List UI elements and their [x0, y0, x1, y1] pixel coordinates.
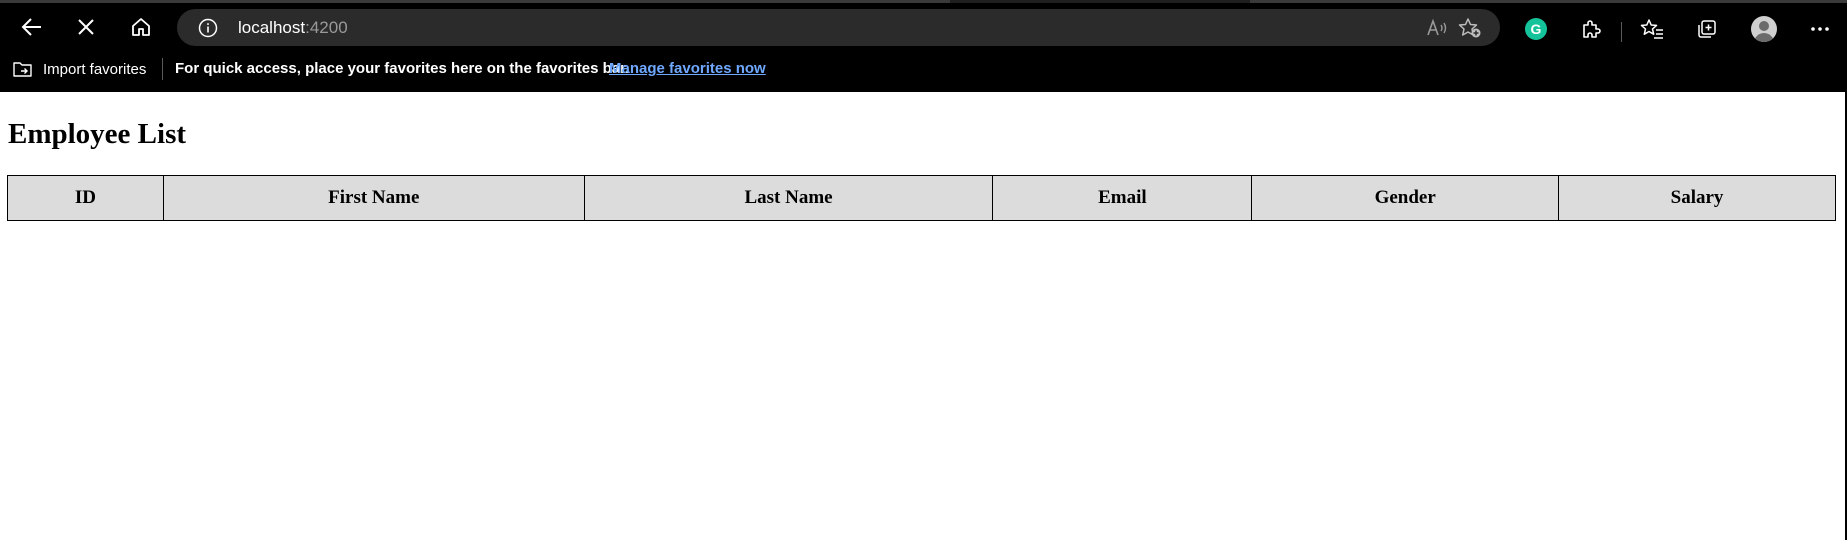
home-button[interactable]: [123, 10, 159, 44]
favorites-icon[interactable]: [1638, 15, 1666, 43]
home-icon: [132, 18, 150, 36]
toolbar-divider: [1621, 22, 1622, 42]
address-url[interactable]: localhost:4200: [238, 18, 348, 38]
read-aloud-icon[interactable]: [1425, 16, 1449, 40]
add-favorite-icon[interactable]: [1458, 16, 1482, 40]
page-title: Employee List: [8, 118, 187, 150]
profile-avatar-icon[interactable]: [1750, 15, 1778, 43]
info-icon[interactable]: [197, 17, 219, 39]
tab-strip-segment: [0, 0, 950, 3]
grammarly-badge: G: [1525, 18, 1547, 40]
column-header-first-name: First Name: [162, 175, 585, 221]
column-header-last-name: Last Name: [583, 175, 994, 221]
tab-strip-segment: [1250, 0, 1847, 3]
favorites-divider: [162, 58, 163, 80]
column-header-gender: Gender: [1251, 175, 1560, 221]
import-favorites-button[interactable]: Import favorites: [12, 57, 146, 81]
import-folder-icon: [13, 62, 32, 77]
back-arrow-icon: [21, 18, 41, 36]
employee-table: ID First Name Last Name Email Gender Sal…: [7, 175, 1836, 221]
column-header-id: ID: [7, 175, 164, 221]
url-host: localhost: [238, 18, 306, 37]
url-port: :4200: [305, 18, 348, 37]
column-header-email: Email: [992, 175, 1253, 221]
tab-strip: [0, 0, 1847, 3]
browser-chrome: localhost:4200 G Import favorites For qu…: [0, 0, 1847, 92]
avatar: [1751, 16, 1777, 42]
browser-toolbar: localhost:4200 G: [0, 6, 1847, 48]
column-header-salary: Salary: [1558, 175, 1836, 221]
back-button[interactable]: [14, 10, 50, 44]
collections-icon[interactable]: [1693, 15, 1721, 43]
page-content: Employee List ID First Name Last Name Em…: [0, 92, 1847, 540]
grammarly-icon[interactable]: G: [1522, 15, 1550, 43]
import-favorites-label: Import favorites: [43, 60, 147, 78]
extensions-icon[interactable]: [1577, 15, 1605, 43]
stop-loading-button[interactable]: [68, 10, 104, 44]
address-bar[interactable]: localhost:4200: [177, 9, 1500, 46]
favorites-bar-message: For quick access, place your favorites h…: [175, 60, 630, 77]
manage-favorites-link[interactable]: Manage favorites now: [609, 60, 766, 77]
table-header-row: ID First Name Last Name Email Gender Sal…: [7, 175, 1836, 221]
close-icon: [78, 19, 94, 35]
more-icon[interactable]: [1806, 15, 1834, 43]
favorites-bar: Import favorites For quick access, place…: [0, 54, 1847, 84]
